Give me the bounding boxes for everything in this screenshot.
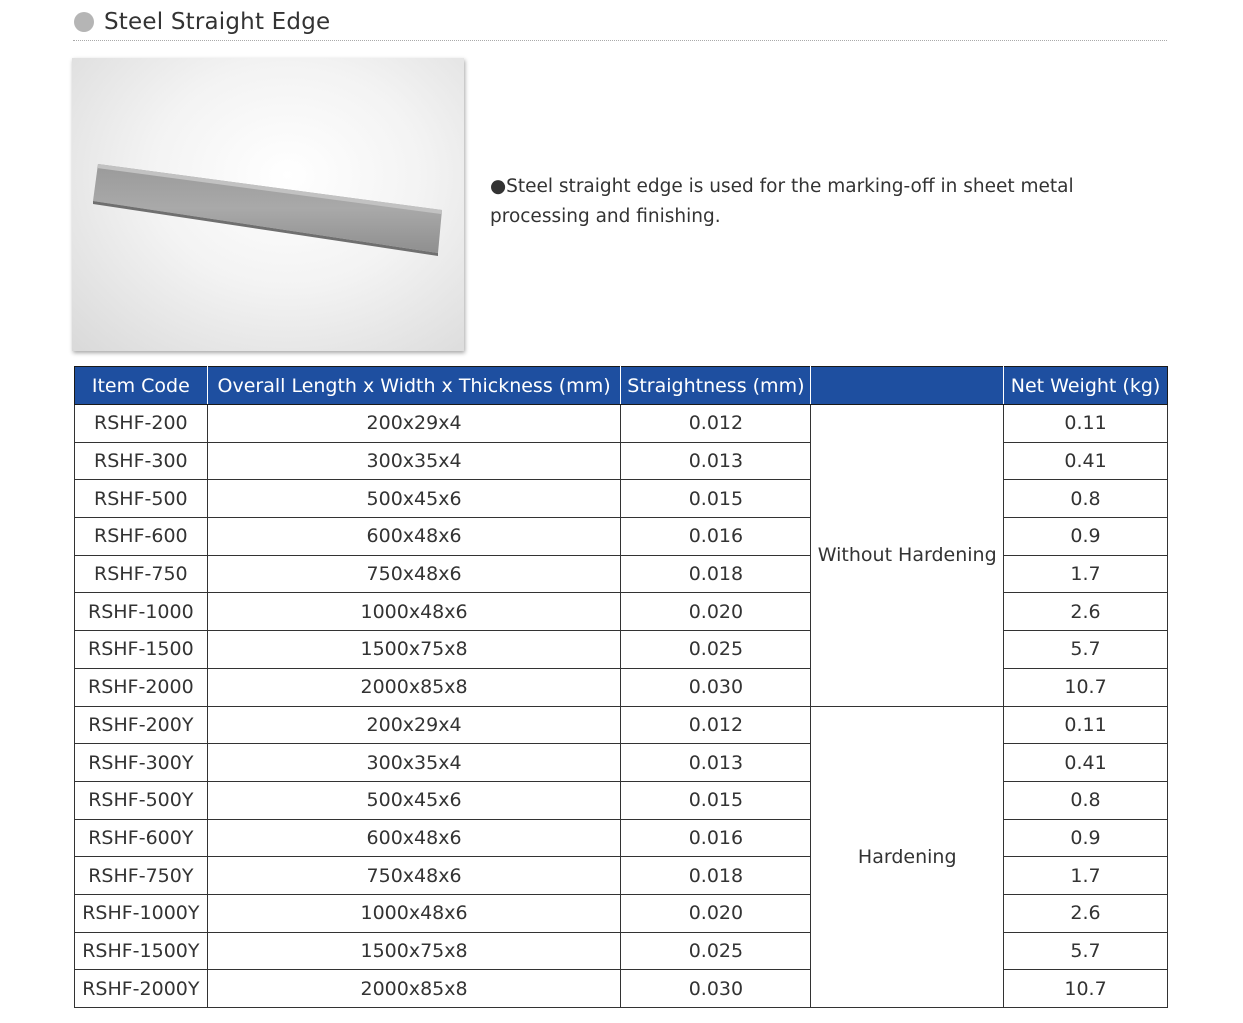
- net-weight-cell: 1.7: [1003, 856, 1168, 895]
- net-weight-cell: 0.11: [1003, 705, 1168, 745]
- header-net-weight: Net Weight (kg): [1003, 366, 1168, 405]
- item-code-cell: RSHF-1500: [74, 630, 208, 669]
- spec-table: Item Code Overall Length x Width x Thick…: [74, 366, 1168, 1008]
- straightness-cell: 0.025: [620, 931, 812, 971]
- item-code-cell: RSHF-1000: [74, 592, 208, 632]
- dimensions-cell: 600x48x6: [206, 517, 622, 556]
- straightness-cell: 0.016: [620, 517, 812, 556]
- straightness-cell: 0.012: [620, 404, 812, 443]
- net-weight-cell: 1.7: [1003, 554, 1168, 594]
- item-code-cell: RSHF-1000Y: [74, 893, 208, 933]
- item-code-cell: RSHF-1500Y: [74, 931, 208, 971]
- dimensions-cell: 750x48x6: [206, 554, 622, 594]
- straightness-cell: 0.020: [620, 893, 812, 933]
- header-item-code: Item Code: [74, 366, 208, 405]
- straightness-cell: 0.013: [620, 743, 812, 782]
- straightness-cell: 0.020: [620, 592, 812, 632]
- dimensions-cell: 2000x85x8: [206, 667, 622, 707]
- item-code-cell: RSHF-200Y: [74, 705, 208, 745]
- table-row: RSHF-2000Y 2000x85x8 0.030 10.7: [74, 969, 1168, 1008]
- treatment-cell: Without Hardening: [810, 404, 1005, 707]
- product-description: ●Steel straight edge is used for the mar…: [490, 176, 1074, 227]
- net-weight-cell: 0.11: [1003, 404, 1168, 443]
- table-row: RSHF-750Y 750x48x6 0.018 1.7: [74, 856, 1168, 895]
- circle-bullet-icon: [74, 12, 94, 32]
- net-weight-cell: 0.9: [1003, 818, 1168, 858]
- dimensions-cell: 600x48x6: [206, 818, 622, 858]
- straightness-cell: 0.030: [620, 969, 812, 1008]
- net-weight-cell: 0.41: [1003, 441, 1168, 481]
- table-row: RSHF-1000 1000x48x6 0.020 2.6: [74, 592, 1168, 632]
- dimensions-cell: 500x45x6: [206, 479, 622, 519]
- straightness-cell: 0.013: [620, 441, 812, 481]
- table-row: RSHF-600Y 600x48x6 0.016 0.9: [74, 818, 1168, 858]
- item-code-cell: RSHF-750Y: [74, 856, 208, 895]
- table-row: RSHF-1500Y 1500x75x8 0.025 5.7: [74, 931, 1168, 971]
- straightness-cell: 0.025: [620, 630, 812, 669]
- dimensions-cell: 200x29x4: [206, 705, 622, 745]
- dimensions-cell: 300x35x4: [206, 743, 622, 782]
- net-weight-cell: 5.7: [1003, 931, 1168, 971]
- dimensions-cell: 1000x48x6: [206, 893, 622, 933]
- item-code-cell: RSHF-600Y: [74, 818, 208, 858]
- straightness-cell: 0.015: [620, 479, 812, 519]
- dimensions-cell: 300x35x4: [206, 441, 622, 481]
- table-row: RSHF-600 600x48x6 0.016 0.9: [74, 517, 1168, 556]
- net-weight-cell: 0.9: [1003, 517, 1168, 556]
- table-body: RSHF-200 200x29x4 0.012 Without Hardening 0.…: [74, 404, 1168, 1008]
- table-row: RSHF-1500 1500x75x8 0.025 5.7: [74, 630, 1168, 669]
- item-code-cell: RSHF-2000: [74, 667, 208, 707]
- dimensions-cell: 500x45x6: [206, 780, 622, 820]
- table-row: RSHF-200 200x29x4 0.012 Without Hardening 0.…: [74, 404, 1168, 707]
- dimensions-cell: 1500x75x8: [206, 630, 622, 669]
- table-row: RSHF-1000Y 1000x48x6 0.020 2.6: [74, 893, 1168, 933]
- item-code-cell: RSHF-2000Y: [74, 969, 208, 1008]
- dimensions-cell: 2000x85x8: [206, 969, 622, 1008]
- table-row: RSHF-500Y 500x45x6 0.015 0.8: [74, 780, 1168, 820]
- straight-edge-illustration: [93, 164, 442, 256]
- item-code-cell: RSHF-300Y: [74, 743, 208, 782]
- table-header-row: Item Code Overall Length x Width x Thick…: [74, 366, 1168, 405]
- item-code-cell: RSHF-300: [74, 441, 208, 481]
- item-code-cell: RSHF-750: [74, 554, 208, 594]
- item-code-cell: RSHF-500Y: [74, 780, 208, 820]
- straightness-cell: 0.018: [620, 554, 812, 594]
- treatment-cell: Hardening: [810, 705, 1005, 1008]
- straightness-cell: 0.018: [620, 856, 812, 895]
- net-weight-cell: 10.7: [1003, 969, 1168, 1008]
- net-weight-cell: 10.7: [1003, 667, 1168, 707]
- straightness-cell: 0.012: [620, 705, 812, 745]
- section-title: Steel Straight Edge: [104, 9, 331, 35]
- dimensions-cell: 1500x75x8: [206, 931, 622, 971]
- table-row: RSHF-200Y 200x29x4 0.012 Hardening 0.11: [74, 705, 1168, 1008]
- net-weight-cell: 2.6: [1003, 592, 1168, 632]
- net-weight-cell: 0.8: [1003, 780, 1168, 820]
- header-dimensions: Overall Length x Width x Thickness (mm): [206, 366, 622, 405]
- table-row: RSHF-500 500x45x6 0.015 0.8: [74, 479, 1168, 519]
- dimensions-cell: 200x29x4: [206, 404, 622, 443]
- table-row: RSHF-300 300x35x4 0.013 0.41: [74, 441, 1168, 481]
- straightness-cell: 0.030: [620, 667, 812, 707]
- net-weight-cell: 5.7: [1003, 630, 1168, 669]
- item-code-cell: RSHF-600: [74, 517, 208, 556]
- item-code-cell: RSHF-200: [74, 404, 208, 443]
- header-treatment: [810, 366, 1005, 405]
- header-straightness: Straightness (mm): [620, 366, 812, 405]
- table-row: RSHF-750 750x48x6 0.018 1.7: [74, 554, 1168, 594]
- dimensions-cell: 750x48x6: [206, 856, 622, 895]
- net-weight-cell: 2.6: [1003, 893, 1168, 933]
- table-row: RSHF-2000 2000x85x8 0.030 10.7: [74, 667, 1168, 707]
- dimensions-cell: 1000x48x6: [206, 592, 622, 632]
- product-image: [72, 58, 464, 351]
- item-code-cell: RSHF-500: [74, 479, 208, 519]
- straightness-cell: 0.015: [620, 780, 812, 820]
- net-weight-cell: 0.41: [1003, 743, 1168, 782]
- table-row: RSHF-300Y 300x35x4 0.013 0.41: [74, 743, 1168, 782]
- section-header: Steel Straight Edge: [73, 4, 1167, 41]
- net-weight-cell: 0.8: [1003, 479, 1168, 519]
- straightness-cell: 0.016: [620, 818, 812, 858]
